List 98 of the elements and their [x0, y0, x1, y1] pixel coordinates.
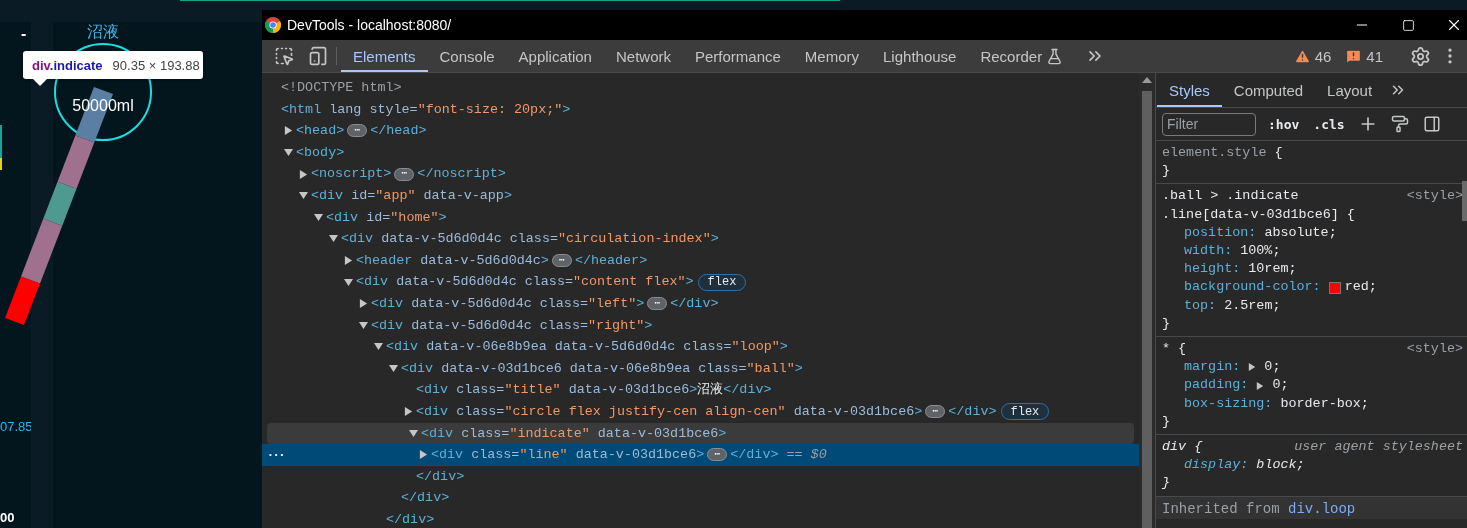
expand-arrow-icon[interactable] [344, 277, 353, 287]
expand-arrow-icon[interactable] [299, 169, 308, 179]
property-declaration[interactable]: box-sizing: border-box; [1162, 394, 1463, 413]
axis-label: 07.85 [0, 419, 33, 435]
panel-tab[interactable]: Recorder [968, 40, 1076, 72]
dom-node[interactable]: <div data-v-06e8b9ea data-v-5d6d0d4c class="loop"> [262, 336, 1139, 358]
styles-tab[interactable]: Styles [1157, 73, 1222, 107]
rule-source[interactable]: user agent stylesheet [1294, 438, 1463, 457]
color-swatch[interactable] [1328, 281, 1341, 294]
dom-node[interactable]: <body> [262, 141, 1139, 164]
expand-arrow-icon[interactable] [419, 450, 428, 460]
property-declaration[interactable]: width: 100%; [1162, 242, 1463, 261]
state-toggle[interactable]: :hov [1266, 116, 1302, 132]
dom-node[interactable]: <header data-v-5d6d0d4c> ⋯ </header> [262, 249, 1139, 272]
styles-tab[interactable]: Layout [1315, 73, 1385, 107]
property-declaration[interactable]: position: absolute; [1162, 223, 1463, 242]
flex-badge[interactable]: flex [697, 273, 747, 291]
expand-arrow-icon[interactable] [389, 364, 398, 373]
warnings-counter[interactable]: 46 [1288, 47, 1337, 65]
dom-node-close[interactable]: </div> [262, 465, 1139, 488]
browser-logo-icon [265, 17, 281, 33]
dom-node[interactable]: <div class="indicate" data-v-03d1bce6> [267, 422, 1134, 445]
rule-selector[interactable]: div { [1162, 438, 1203, 457]
rule-source[interactable]: <style> [1406, 187, 1463, 206]
panel-tab[interactable]: Performance [683, 40, 793, 72]
property-declaration[interactable]: height: 10rem; [1162, 260, 1463, 279]
inherited-label: Inherited from div.loop [1156, 496, 1467, 519]
styles-tab[interactable]: Computed [1221, 73, 1316, 107]
issues-counter[interactable]: 41 [1340, 47, 1388, 65]
dom-node[interactable]: <div id="home"> [262, 206, 1139, 229]
expand-arrow-icon[interactable] [404, 407, 413, 417]
closing-brace: } [1162, 474, 1172, 493]
expand-arrow-icon[interactable] [1256, 381, 1265, 390]
expand-ellipsis-button[interactable]: ⋯ [347, 124, 368, 138]
property-declaration[interactable]: background-color: red; [1162, 278, 1463, 297]
row-menu-button[interactable]: ••• [268, 444, 286, 466]
dom-node[interactable]: <div id="app" data-v-app> [262, 184, 1139, 207]
panel-tab[interactable]: Console [427, 40, 507, 72]
panel-tab[interactable]: Application [506, 40, 604, 72]
expand-ellipsis-button[interactable]: ⋯ [925, 405, 946, 419]
filter-field[interactable]: Filter [1162, 112, 1256, 136]
dom-node-close[interactable]: </div> [262, 508, 1139, 528]
flask-icon [1046, 47, 1064, 65]
scroll-up-icon[interactable] [1142, 77, 1152, 83]
expand-arrow-icon[interactable] [284, 126, 293, 136]
dash-mark: - [21, 25, 27, 43]
panel-tab[interactable]: Network [603, 40, 683, 72]
expand-arrow-icon[interactable] [359, 320, 368, 330]
warning-icon [1293, 47, 1311, 65]
inherited-link[interactable]: div.loop [1288, 500, 1356, 517]
expand-ellipsis-button[interactable]: ⋯ [551, 254, 572, 268]
property-declaration[interactable]: display: block; [1162, 456, 1463, 475]
dom-node-close[interactable]: </div> [262, 487, 1139, 509]
expand-arrow-icon[interactable] [1248, 363, 1257, 372]
rule-source[interactable]: <style> [1406, 340, 1463, 359]
dom-node[interactable]: <div data-v-5d6d0d4c class="right"> [262, 314, 1139, 337]
element-size: 90.35 × 193.88 [112, 57, 200, 73]
window-title: DevTools - localhost:8080/ [287, 17, 452, 33]
panel-tab[interactable]: Lighthouse [871, 40, 969, 72]
expand-arrow-icon[interactable] [374, 342, 383, 352]
dom-node[interactable]: <div data-v-03d1bce6 data-v-06e8b9ea class="ball"> [262, 357, 1139, 380]
dom-node[interactable]: <div data-v-5d6d0d4c class="circulation-index"> [262, 228, 1139, 250]
dom-node[interactable]: <!DOCTYPE html> [262, 77, 1139, 99]
expand-ellipsis-button[interactable]: ⋯ [707, 448, 728, 462]
dom-node[interactable]: <html lang style="font-size: 20px;"> [262, 98, 1139, 121]
closing-brace: } [1162, 412, 1172, 431]
expand-arrow-icon[interactable] [344, 256, 353, 266]
dom-node[interactable]: <div class="title" data-v-03d1bce6>沼液</div> [262, 379, 1139, 401]
rule-selector[interactable]: element.style { [1162, 144, 1283, 163]
dom-node[interactable]: <div class="circle flex justify-cen align-cen" data-v-03d1bce6> ⋯ </div> flex [262, 400, 1139, 423]
ball-value: 50000ml [72, 97, 134, 115]
dom-node[interactable]: <div data-v-5d6d0d4c class="content flex"> flex [262, 271, 1139, 293]
expand-arrow-icon[interactable] [409, 428, 418, 438]
expand-arrow-icon[interactable] [284, 148, 293, 158]
closing-brace: } [1162, 314, 1172, 333]
expand-ellipsis-button[interactable]: ⋯ [647, 297, 668, 311]
dom-node[interactable]: <noscript> ⋯ </noscript> [262, 163, 1139, 185]
flex-badge[interactable]: flex [1000, 403, 1050, 421]
expand-ellipsis-button[interactable]: ⋯ [394, 167, 415, 181]
property-declaration[interactable]: top: 2.5rem; [1162, 296, 1463, 315]
dom-node[interactable]: ••• <div class="line" data-v-03d1bce6> ⋯ </div> == $0 [262, 444, 1139, 466]
element-selector: div.indicate [32, 57, 103, 73]
issue-icon [1345, 47, 1363, 65]
closing-brace: } [1162, 162, 1172, 181]
dom-node[interactable]: <head> ⋯ </head> [262, 120, 1139, 142]
ball-title: 沼液 [87, 22, 119, 42]
panel-tab[interactable]: Elements [341, 40, 428, 72]
state-toggle[interactable]: .cls [1311, 116, 1347, 132]
property-declaration[interactable]: padding: 0; [1162, 376, 1463, 395]
property-declaration[interactable]: margin: 0; [1162, 358, 1463, 377]
axis-label: 00 [0, 510, 15, 526]
dom-node[interactable]: <div data-v-5d6d0d4c class="left"> ⋯ </div> [262, 292, 1139, 315]
expand-arrow-icon[interactable] [359, 299, 368, 309]
expand-arrow-icon[interactable] [329, 234, 338, 244]
expand-arrow-icon[interactable] [299, 191, 308, 201]
panel-tab[interactable]: Memory [792, 40, 872, 72]
expand-arrow-icon[interactable] [314, 212, 323, 222]
rule-selector[interactable]: * { [1162, 340, 1187, 359]
